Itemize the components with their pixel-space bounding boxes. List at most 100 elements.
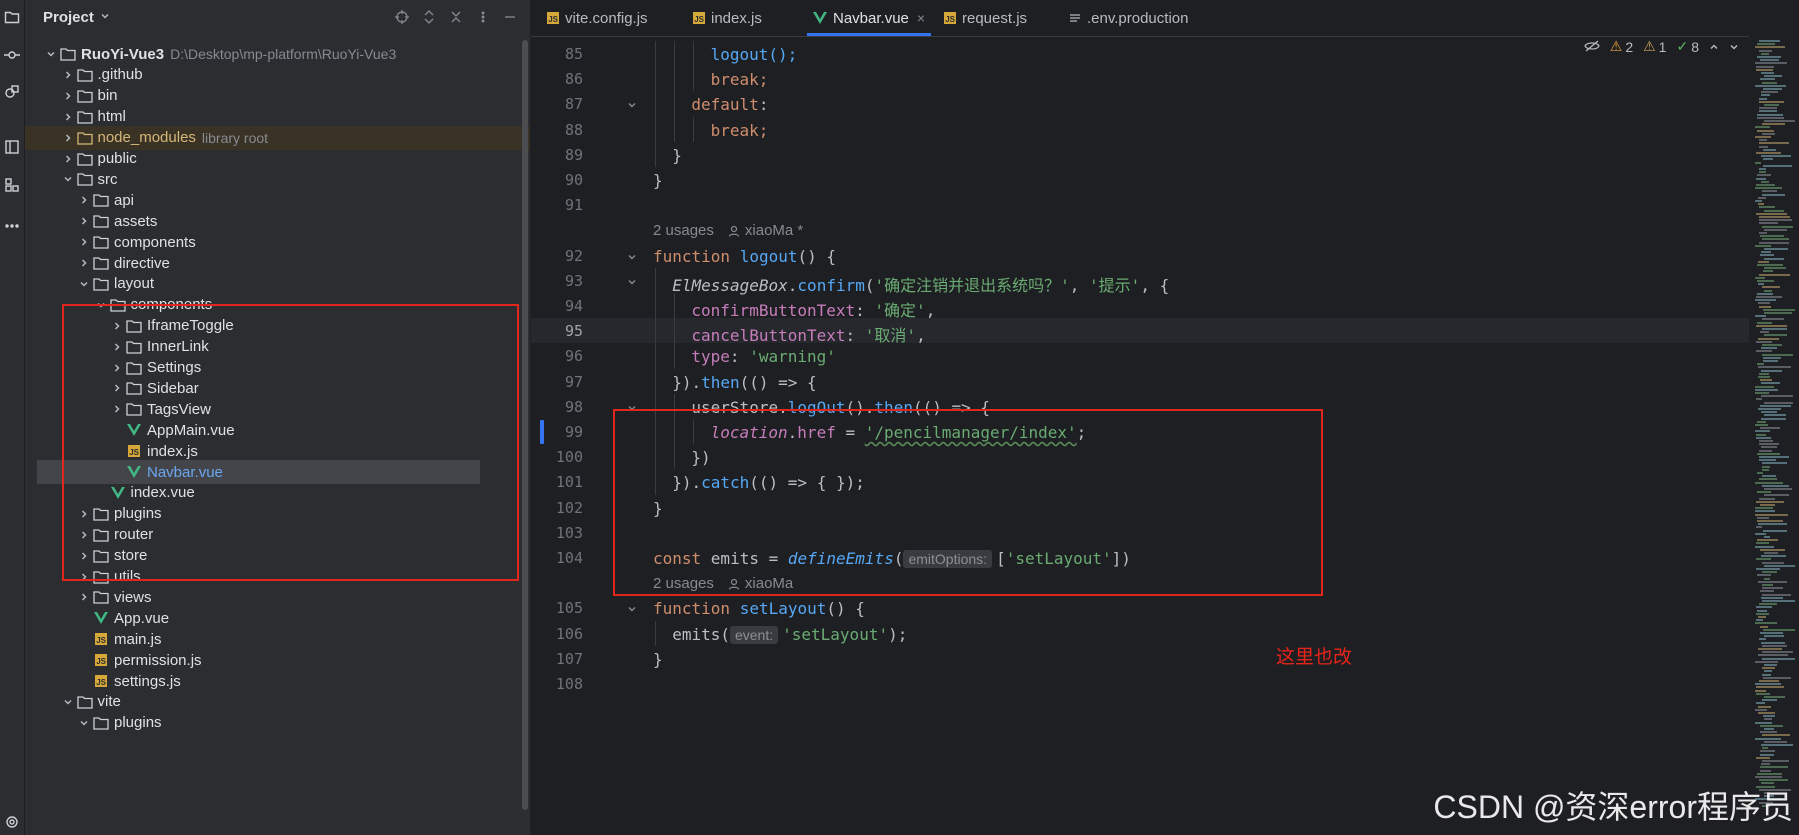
code-token: function [653,599,740,619]
code-line[interactable]: break; [711,121,769,140]
chevron-down-icon[interactable] [76,711,92,735]
minimap-line [1759,241,1789,244]
code-line[interactable]: } [653,171,663,190]
minimap-line [1758,283,1764,286]
tree-item-label: vite [97,693,121,711]
root-name: RuoYi-Vue3 [81,45,165,63]
tab-vite-config[interactable]: JS vite.config.js [547,0,648,36]
minimap-line [1756,184,1775,186]
minimap-line [1757,420,1766,423]
minimize-icon[interactable] [502,9,518,25]
modules-icon[interactable] [0,173,24,197]
minimap-line [1756,542,1769,545]
options-icon[interactable] [475,9,491,25]
minimap-line [1755,510,1775,513]
minimap-line [1762,225,1793,228]
minimap-line [1758,203,1764,206]
tab-env-production[interactable]: .env.production [1069,0,1188,36]
minimap-line [1755,507,1773,510]
code-line[interactable]: cancelButtonText: '取消', [691,322,925,346]
code-line[interactable]: } [672,146,682,165]
minimap-line [1756,756,1770,759]
tree-item-label: node_modules [97,129,196,147]
fold-icon[interactable] [626,603,638,615]
minimap-line [1764,248,1788,250]
locate-icon[interactable] [394,9,410,25]
code-line[interactable]: emits(event:'setLayout'); [672,625,907,644]
minimap-line [1759,478,1777,481]
close-icon[interactable]: × [917,10,925,26]
minimap-line [1759,168,1766,170]
project-scrollbar[interactable] [522,40,528,810]
indent-guide [655,41,656,67]
collapse-all-icon[interactable] [448,9,464,25]
minimap-line [1755,545,1774,548]
code-line[interactable]: default: [691,95,768,114]
folder-icon[interactable] [0,5,24,29]
line-number: 85 [564,45,583,63]
chevron-up-icon[interactable] [1709,39,1719,55]
minimap-line [1758,648,1782,650]
code-line[interactable]: } [653,650,663,669]
line-number: 94 [564,297,583,315]
fold-icon[interactable] [626,251,638,263]
chevron-down-icon[interactable] [100,8,110,26]
minimap-line [1762,699,1777,702]
vue-file-icon [813,12,827,24]
more-icon[interactable] [0,214,24,238]
indent-guide [693,41,695,67]
minimap-line [1760,78,1775,81]
minimap-line [1762,344,1782,346]
expand-all-icon[interactable] [421,9,437,25]
commit-icon[interactable] [0,43,24,67]
indent-guide [674,116,676,142]
minimap-line [1761,72,1774,74]
usages-count[interactable]: 2 usages [653,222,714,239]
structure-icon[interactable] [0,135,24,159]
project-title[interactable]: Project [43,9,94,26]
inspection-widget[interactable]: ⚠ 2 ⚠ 1 ✓ 8 [1584,38,1739,55]
minimap[interactable] [1749,36,1799,835]
minimap-line [1758,196,1766,199]
chevron-down-icon[interactable] [1729,39,1739,55]
indent-guide [674,318,676,344]
code-line[interactable]: function logout() { [653,247,836,266]
fold-icon[interactable] [626,276,638,288]
change-marker[interactable] [540,420,544,444]
minimap-line [1762,644,1787,647]
minimap-line [1760,769,1771,772]
code-token: ( [864,275,875,295]
reader-mode-icon[interactable] [1584,39,1600,55]
plugin-icon[interactable] [0,80,24,104]
minimap-line [1755,689,1766,692]
minimap-line [1760,235,1784,238]
code-line[interactable]: type: 'warning' [691,347,836,366]
code-token: ); [888,624,908,644]
code-line[interactable]: ElMessageBox.confirm('确定注销并退出系统吗？', '提示'… [672,272,1169,296]
usages-hint[interactable]: 2 usages xiaoMa * [653,222,803,239]
warnings-count[interactable]: ⚠ 2 [1610,38,1633,55]
code-line[interactable]: break; [711,70,769,89]
minimap-line [1762,468,1769,471]
settings-icon[interactable] [0,810,24,834]
tab-request-js[interactable]: JS request.js [944,0,1027,36]
minimap-line [1762,353,1793,356]
minimap-line [1760,724,1783,727]
fold-icon[interactable] [626,99,638,111]
code-line[interactable]: logout(); [711,45,798,64]
minimap-line [1762,667,1775,670]
checks-count[interactable]: ✓ 8 [1676,38,1699,55]
minimap-line [1758,712,1775,714]
minimap-line [1755,276,1765,279]
tab-navbar-vue[interactable]: Navbar.vue × [807,0,932,36]
minimap-line [1760,590,1774,593]
code-line[interactable]: }).then(() => { [672,373,817,392]
line-number: 95 [564,322,583,341]
tree-folder[interactable]: plugins [25,711,530,735]
minimap-line [1762,81,1777,84]
weak-warnings-count[interactable]: ⚠ 1 [1643,38,1666,55]
code-line[interactable]: function setLayout() { [653,599,865,618]
author-hint[interactable]: xiaoMa * [728,222,803,239]
tab-index-js[interactable]: JS index.js [693,0,762,36]
minimap-line [1758,302,1770,305]
